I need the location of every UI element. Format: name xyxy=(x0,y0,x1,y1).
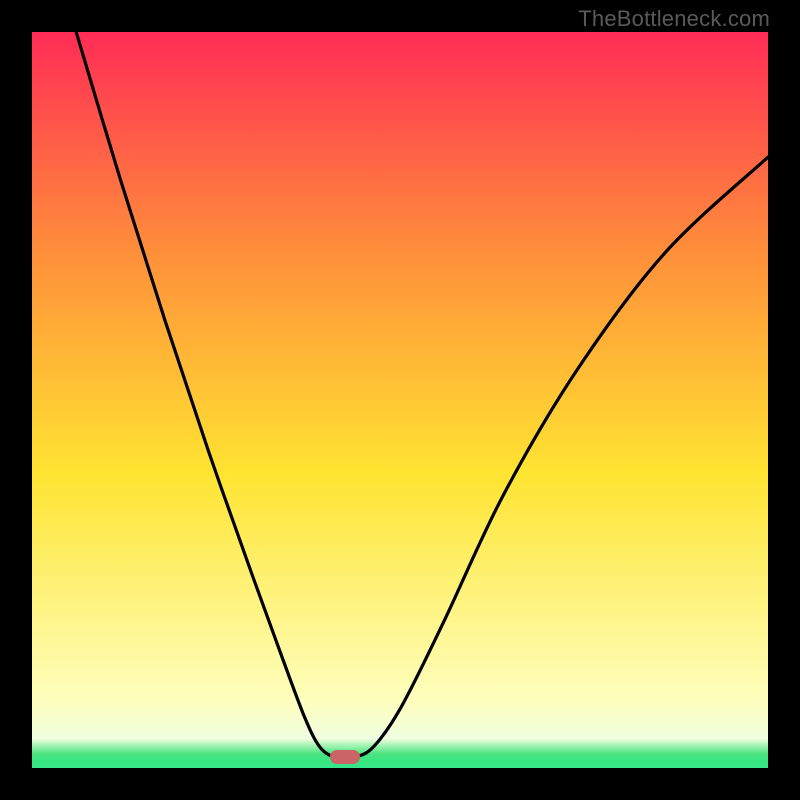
plot-area xyxy=(32,32,768,768)
watermark-text: TheBottleneck.com xyxy=(578,6,770,32)
chart-frame: TheBottleneck.com xyxy=(0,0,800,800)
bottleneck-curve xyxy=(32,32,768,768)
minimum-marker xyxy=(330,750,360,764)
